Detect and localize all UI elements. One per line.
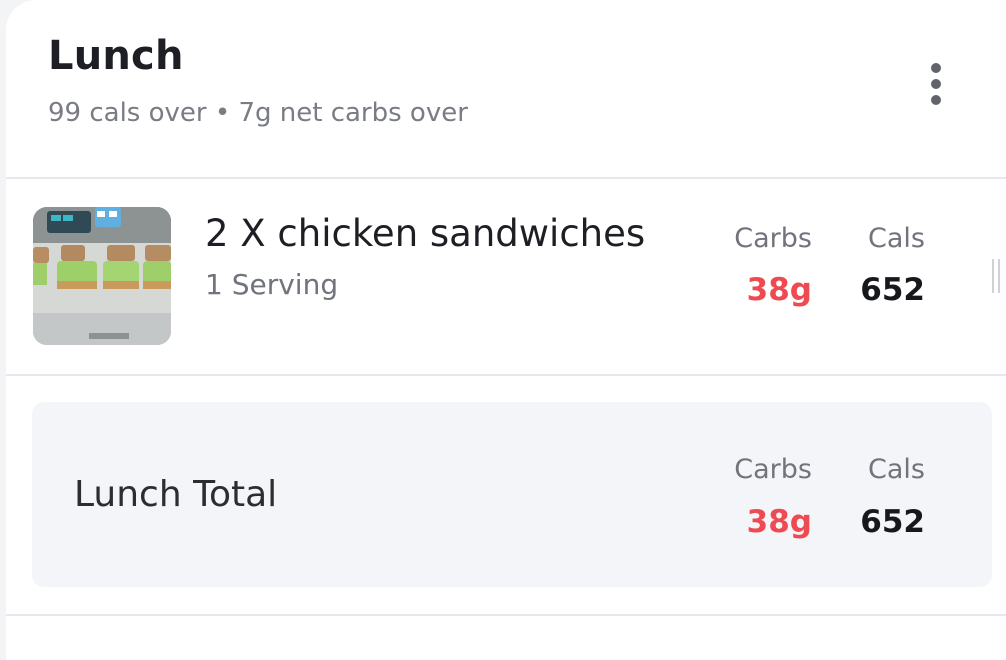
- meal-card: Lunch 99 cals over • 7g net carbs over 2…: [6, 0, 1006, 660]
- food-name: 2 X chicken sandwiches: [205, 212, 646, 255]
- total-carbs-label: Carbs: [734, 454, 812, 485]
- total-label: Lunch Total: [74, 474, 278, 515]
- food-serving: 1 Serving: [205, 268, 339, 301]
- divider: [6, 374, 1006, 376]
- divider: [6, 614, 1006, 616]
- carbs-label: Carbs: [734, 223, 812, 254]
- meal-summary: 99 cals over • 7g net carbs over: [48, 98, 468, 128]
- total-carbs-value: 38g: [746, 504, 812, 540]
- meal-total-panel: Lunch Total Carbs Cals 38g 652: [32, 402, 992, 587]
- food-photo: [33, 207, 171, 345]
- meal-title: Lunch: [48, 33, 184, 79]
- more-options-button[interactable]: [916, 56, 956, 112]
- more-vertical-icon: [931, 63, 941, 73]
- meal-header: Lunch 99 cals over • 7g net carbs over: [6, 0, 1006, 178]
- cals-value: 652: [860, 272, 925, 308]
- drag-handle-icon[interactable]: [992, 259, 1000, 293]
- food-entry-row[interactable]: 2 X chicken sandwiches 1 Serving Carbs C…: [6, 180, 1006, 374]
- carbs-value: 38g: [746, 272, 812, 308]
- total-cals-label: Cals: [868, 454, 925, 485]
- total-cals-value: 652: [860, 504, 925, 540]
- more-vertical-icon-dot: [931, 79, 941, 89]
- cals-label: Cals: [868, 223, 925, 254]
- more-vertical-icon-dot: [931, 95, 941, 105]
- divider: [6, 177, 1006, 179]
